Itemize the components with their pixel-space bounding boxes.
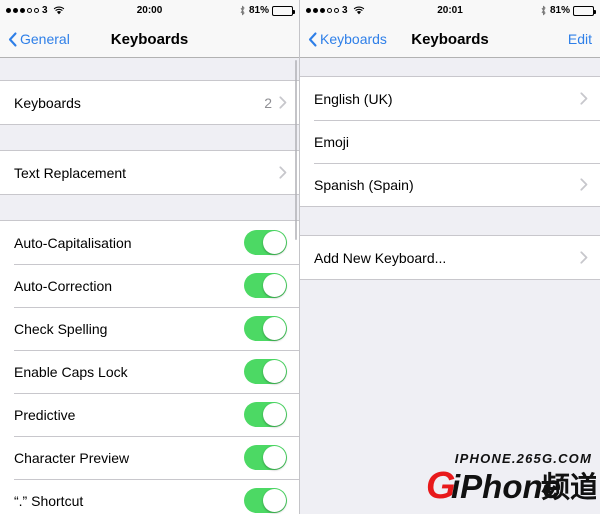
left-settings-list[interactable]: Keyboards 2 Text Replacement Auto-Capita… (0, 58, 299, 514)
list-top-gap (0, 58, 299, 80)
row-auto-capitalisation[interactable]: Auto-Capitalisation (0, 221, 299, 264)
toggle-knob (263, 403, 286, 426)
toggle-knob (263, 360, 286, 383)
toggle-knob (263, 231, 286, 254)
toggle-character-preview[interactable] (244, 445, 287, 470)
toggle-knob (263, 274, 286, 297)
row-auto-correction[interactable]: Auto-Correction (0, 264, 299, 307)
left-screen: 3 20:00 81% General Keyboards Keyboards … (0, 0, 300, 514)
edit-button[interactable]: Edit (568, 31, 592, 47)
toggle-predictive[interactable] (244, 402, 287, 427)
back-button-label: General (20, 31, 70, 47)
row-emoji[interactable]: Emoji (300, 120, 600, 163)
group-add-keyboard: Add New Keyboard... (300, 235, 600, 280)
group-gap (300, 207, 600, 235)
row-label: Emoji (314, 133, 350, 150)
toggle-knob (263, 489, 286, 512)
back-button-keyboards[interactable]: Keyboards (308, 31, 387, 47)
row-label: Predictive (14, 406, 76, 423)
chevron-right-icon (279, 166, 287, 179)
left-nav-bar: General Keyboards (0, 21, 299, 58)
row-text-replacement[interactable]: Text Replacement (0, 151, 299, 194)
group-gap (0, 125, 299, 150)
row-english-uk[interactable]: English (UK) (300, 77, 600, 120)
row-keyboards[interactable]: Keyboards 2 (0, 81, 299, 124)
battery-icon (272, 5, 295, 16)
row-check-spelling[interactable]: Check Spelling (0, 307, 299, 350)
vertical-scrollbar[interactable] (295, 60, 297, 240)
dual-screenshot-container: 3 20:00 81% General Keyboards Keyboards … (0, 0, 600, 514)
row-period-shortcut[interactable]: “.” Shortcut (0, 479, 299, 514)
row-label: Auto-Capitalisation (14, 234, 132, 251)
right-screen: 3 20:01 81% Keyboards Keyboards Edit Eng… (300, 0, 600, 514)
right-status-bar: 3 20:01 81% (300, 0, 600, 21)
row-predictive[interactable]: Predictive (0, 393, 299, 436)
status-bar-clock: 20:00 (136, 5, 163, 16)
row-character-preview[interactable]: Character Preview (0, 436, 299, 479)
keyboards-count-value: 2 (264, 94, 272, 111)
toggle-period-shortcut[interactable] (244, 488, 287, 513)
chevron-left-icon (8, 31, 17, 47)
right-keyboard-list[interactable]: English (UK) Emoji Spanish (Spain) Add N… (300, 58, 600, 514)
chevron-left-icon (308, 31, 317, 47)
row-label: Add New Keyboard... (314, 249, 447, 266)
row-spanish-spain[interactable]: Spanish (Spain) (300, 163, 600, 206)
toggle-enable-caps-lock[interactable] (244, 359, 287, 384)
status-bar-clock: 20:01 (437, 5, 463, 16)
group-text-replacement: Text Replacement (0, 150, 299, 195)
chevron-right-icon (580, 178, 588, 191)
row-label: Spanish (Spain) (314, 176, 414, 193)
row-add-new-keyboard[interactable]: Add New Keyboard... (300, 236, 600, 279)
toggle-check-spelling[interactable] (244, 316, 287, 341)
right-nav-bar: Keyboards Keyboards Edit (300, 21, 600, 58)
back-button-general[interactable]: General (8, 31, 70, 47)
chevron-right-icon (580, 92, 588, 105)
battery-icon (573, 5, 596, 16)
chevron-right-icon (279, 96, 287, 109)
list-top-gap (300, 58, 600, 76)
toggle-knob (263, 317, 286, 340)
row-label: Auto-Correction (14, 277, 113, 294)
row-label: Check Spelling (14, 320, 108, 337)
group-keyboard-switches: Auto-Capitalisation Auto-Correction Chec… (0, 220, 299, 514)
row-label: Character Preview (14, 449, 130, 466)
row-enable-caps-lock[interactable]: Enable Caps Lock (0, 350, 299, 393)
back-button-label: Keyboards (320, 31, 387, 47)
row-label: “.” Shortcut (14, 492, 84, 509)
row-label: Keyboards (14, 94, 81, 111)
toggle-auto-capitalisation[interactable] (244, 230, 287, 255)
row-label: Text Replacement (14, 164, 127, 181)
group-keyboards: Keyboards 2 (0, 80, 299, 125)
chevron-right-icon (580, 251, 588, 264)
row-label: English (UK) (314, 90, 393, 107)
group-gap (0, 195, 299, 220)
toggle-auto-correction[interactable] (244, 273, 287, 298)
group-installed-keyboards: English (UK) Emoji Spanish (Spain) (300, 76, 600, 207)
left-status-bar: 3 20:00 81% (0, 0, 299, 21)
row-label: Enable Caps Lock (14, 363, 128, 380)
toggle-knob (263, 446, 286, 469)
